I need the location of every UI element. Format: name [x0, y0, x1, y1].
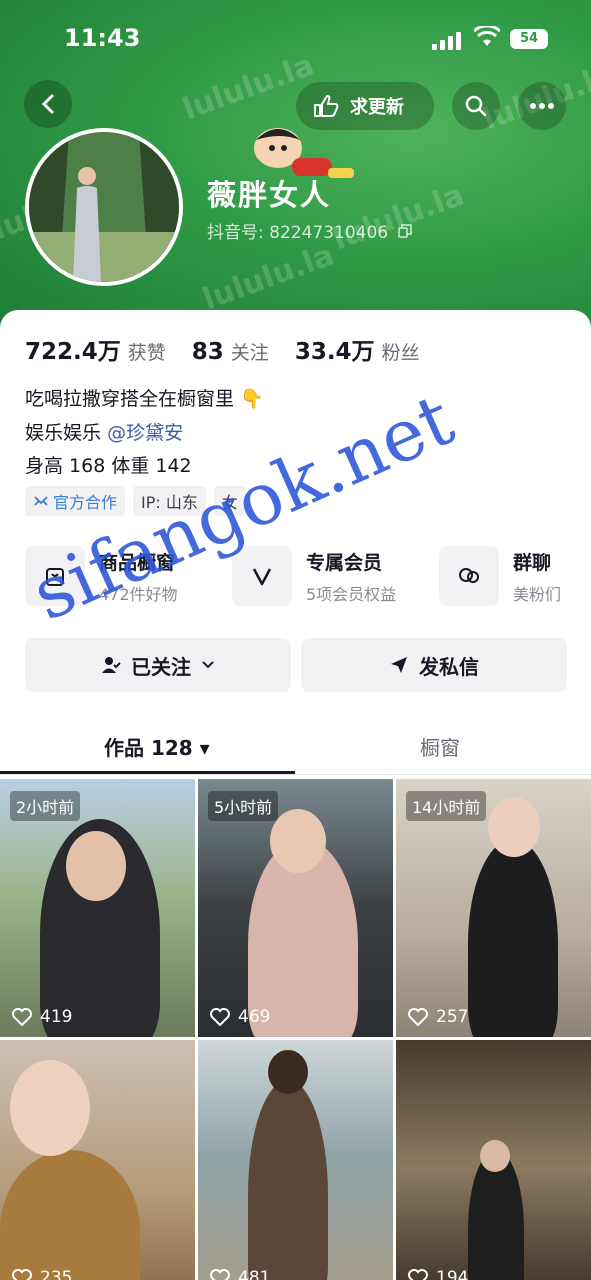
copy-icon[interactable]	[397, 224, 412, 238]
send-message-button[interactable]: 发私信	[301, 638, 567, 692]
user-check-icon	[102, 657, 121, 673]
chevron-left-icon	[41, 94, 54, 114]
tags-row: 官方合作 IP: 山东 女	[25, 486, 246, 516]
video-likes-count: 194	[436, 1268, 469, 1280]
search-button[interactable]	[452, 82, 500, 130]
video-likes-count: 419	[40, 1007, 73, 1027]
membership-title: 专属会员	[306, 551, 383, 574]
video-time-badge: 5小时前	[208, 791, 279, 821]
video-likes-count: 235	[40, 1268, 73, 1280]
video-tile[interactable]: 14小时前 257	[396, 779, 591, 1037]
heart-icon	[408, 1008, 428, 1026]
video-time-badge: 14小时前	[406, 791, 487, 821]
feature-row: 商品橱窗 472件好物 专属会员 5项会员权益 群聊 美粉们	[25, 546, 569, 606]
video-tile[interactable]: 481	[198, 1040, 393, 1280]
hand-point-icon	[314, 95, 339, 117]
search-icon	[465, 95, 487, 117]
video-tile[interactable]: 235	[0, 1040, 195, 1280]
profile-name: 薇胖女人	[207, 178, 332, 212]
video-likes-count: 481	[238, 1268, 271, 1280]
douyin-id-row[interactable]: 抖音号: 82247310406	[207, 218, 412, 243]
back-button[interactable]	[24, 80, 72, 128]
video-tile[interactable]: 2小时前 419	[0, 779, 195, 1037]
tab-shop-window[interactable]: 橱窗	[420, 732, 460, 761]
avatar-photo	[29, 132, 179, 282]
bio-line-3: 身高 168 体重 142	[25, 455, 192, 477]
likes-count[interactable]: 722.4万	[25, 332, 121, 366]
more-button[interactable]	[518, 82, 566, 130]
bio-text: 娱乐娱乐	[25, 422, 102, 444]
chevron-down-icon	[202, 661, 214, 669]
video-likes: 194	[408, 1268, 468, 1280]
request-update-label: 求更新	[350, 97, 404, 118]
watermark-text: lululu.la	[198, 237, 339, 318]
group-chat-sub: 美粉们	[513, 584, 562, 604]
send-icon	[391, 657, 407, 673]
group-chat-icon	[439, 546, 499, 606]
shop-window-title: 商品橱窗	[99, 551, 176, 574]
stats-row: 722.4万 获赞 83 关注 33.4万 粉丝	[25, 332, 446, 366]
membership-v-icon	[232, 546, 292, 606]
shopping-bag-icon	[25, 546, 85, 606]
handshake-icon	[34, 496, 48, 506]
video-likes: 481	[210, 1268, 270, 1280]
send-message-label: 发私信	[419, 654, 479, 679]
video-time-badge: 2小时前	[10, 791, 81, 821]
heart-icon	[12, 1008, 32, 1026]
tab-divider	[0, 774, 591, 775]
video-tile[interactable]: 194	[396, 1040, 591, 1280]
douyin-id: 抖音号: 82247310406	[207, 223, 389, 243]
bio-line-1: 吃喝拉撒穿搭全在橱窗里 👇	[25, 388, 264, 410]
video-likes-count: 257	[436, 1007, 469, 1027]
tab-indicator	[0, 771, 295, 774]
membership-entry[interactable]: 专属会员 5项会员权益	[232, 546, 439, 606]
shop-window-sub: 472件好物	[99, 584, 178, 604]
official-tag-label: 官方合作	[53, 493, 118, 512]
status-time: 11:43	[64, 24, 141, 52]
group-chat-entry[interactable]: 群聊 美粉们	[439, 546, 569, 606]
video-grid: 2小时前 419 5小时前 469 14小时前 257 235 481 194	[0, 779, 591, 1280]
followers-count[interactable]: 33.4万	[295, 332, 375, 366]
signal-icon	[432, 32, 461, 50]
followed-label: 已关注	[131, 654, 191, 679]
following-label: 关注	[230, 342, 269, 364]
group-chat-title: 群聊	[513, 551, 552, 574]
heart-icon	[408, 1269, 428, 1280]
heart-icon	[210, 1008, 230, 1026]
tab-works[interactable]: 作品 128 ▾	[104, 732, 210, 761]
more-dots-icon	[530, 103, 554, 109]
likes-label: 获赞	[127, 342, 166, 364]
video-likes: 419	[12, 1007, 72, 1027]
heart-icon	[210, 1269, 230, 1280]
avatar[interactable]	[25, 128, 183, 286]
wifi-icon	[474, 26, 500, 46]
profile-header: lululu.la lululu.la lululu.la lululu.la …	[0, 0, 591, 330]
followed-button[interactable]: 已关注	[25, 638, 291, 692]
video-likes: 235	[12, 1268, 72, 1280]
video-tile[interactable]: 5小时前 469	[198, 779, 393, 1037]
heart-icon	[12, 1269, 32, 1280]
video-likes: 469	[210, 1007, 270, 1027]
ip-tag: IP: 山东	[133, 486, 206, 516]
membership-sub: 5项会员权益	[306, 584, 397, 604]
video-likes: 257	[408, 1007, 468, 1027]
bio-line-2: 娱乐娱乐 @珍黛安	[25, 418, 183, 445]
official-tag[interactable]: 官方合作	[25, 486, 126, 516]
followers-label: 粉丝	[381, 342, 420, 364]
following-count[interactable]: 83	[192, 339, 224, 365]
shop-window-entry[interactable]: 商品橱窗 472件好物	[25, 546, 232, 606]
video-likes-count: 469	[238, 1007, 271, 1027]
battery-icon: 54	[510, 29, 548, 49]
gender-tag: 女	[213, 486, 246, 516]
mention-link[interactable]: @珍黛安	[107, 422, 183, 444]
